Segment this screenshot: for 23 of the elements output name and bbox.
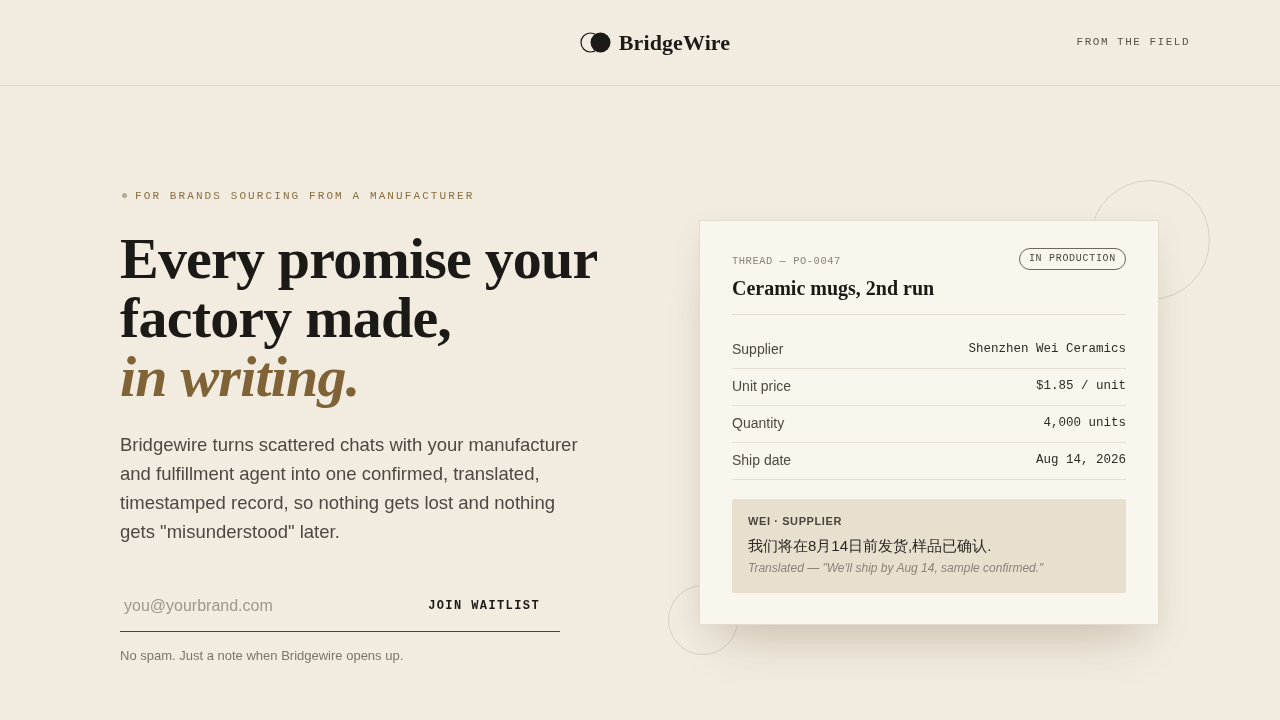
brand-name: BridgeWire: [618, 29, 731, 57]
privacy-note: No spam. Just a note when Bridgewire opens up.: [120, 646, 405, 665]
original-message: 我们将在8月14日前发货,样品已确认.: [748, 535, 993, 556]
field-value: Shenzhen Wei Ceramics: [968, 341, 1126, 359]
thread-id: THREAD — PO-0047: [732, 254, 842, 268]
email-field[interactable]: you@yourbrand.com: [120, 586, 409, 627]
headline: Every promise your factory made, in writing.: [120, 228, 598, 406]
nav-link[interactable]: FROM THE FIELD: [1076, 34, 1190, 51]
field-label: Unit price: [732, 377, 792, 396]
field-label: Quantity: [732, 414, 785, 433]
field-label: Ship date: [732, 451, 792, 470]
field-value: $1.85 / unit: [1036, 378, 1126, 396]
eyebrow-text: FOR BRANDS SOURCING FROM A MANUFACTURER: [135, 188, 475, 203]
join-waitlist-button[interactable]: JOIN WAITLIST: [408, 589, 560, 624]
logo-icon: [579, 32, 611, 53]
sender-label: WEI · SUPPLIER: [748, 513, 843, 528]
dot-icon: [122, 193, 127, 199]
field-value: Aug 14, 2026: [1036, 452, 1126, 470]
field-label: Supplier: [732, 340, 784, 359]
field-value: 4,000 units: [1043, 415, 1126, 433]
description: Bridgewire turns scattered chats with your manufacturer and fulfillment agent into one confirmed, translated, timestamped record, so nothing gets lost and nothing gets "misunderstood" later.: [120, 432, 579, 544]
translated-message: Translated — "We'll ship by Aug 14, sample confirmed.": [748, 559, 1045, 576]
thread-title: Ceramic mugs, 2nd run: [732, 275, 935, 300]
